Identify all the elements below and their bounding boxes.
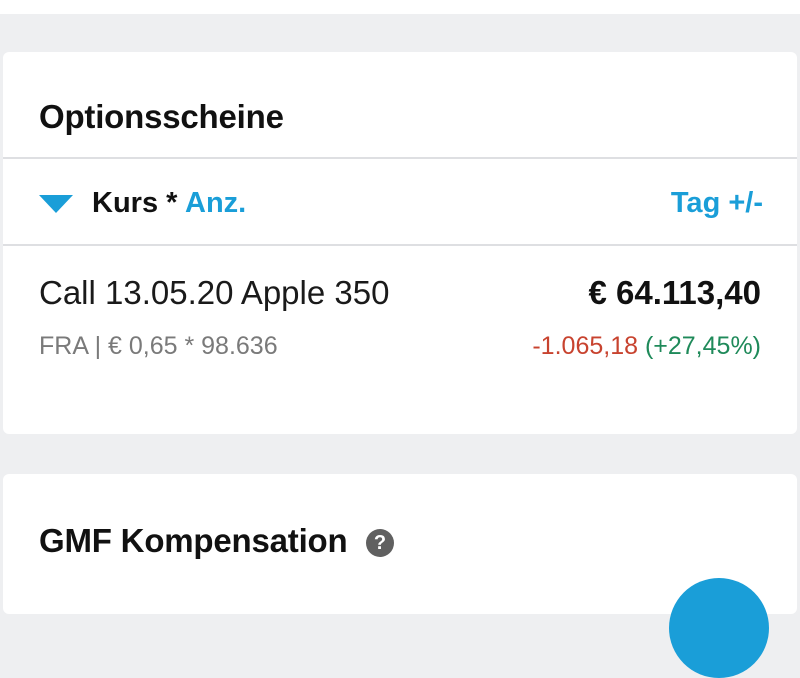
sort-option-anz[interactable]: Anz. (185, 187, 246, 220)
top-strip (0, 0, 800, 14)
sort-label-kurs[interactable]: Kurs * (92, 187, 177, 220)
position-name: Call 13.05.20 Apple 350 (39, 274, 390, 311)
section-title-optionsscheine: Optionsscheine (39, 98, 284, 135)
question-mark-icon[interactable]: ? (366, 529, 394, 557)
gmf-card: GMF Kompensation ? (3, 474, 797, 614)
change-absolute: -1.065,18 (532, 332, 638, 360)
change-percent: (+27,45%) (644, 332, 761, 360)
fab-button[interactable] (669, 578, 769, 678)
options-card: Optionsscheine Kurs * Anz. Tag +/- Call … (3, 52, 797, 434)
section-title-gmf: GMF Kompensation (39, 522, 348, 559)
sort-option-tag[interactable]: Tag +/- (671, 187, 763, 220)
position-row[interactable]: Call 13.05.20 Apple 350 € 64.113,40 FRA … (3, 246, 797, 396)
position-change: -1.065,18 (+27,45%) (532, 332, 761, 361)
position-value: € 64.113,40 (588, 274, 761, 311)
sort-header: Kurs * Anz. Tag +/- (3, 159, 797, 244)
triangle-down-icon[interactable] (39, 195, 73, 213)
position-meta: FRA | € 0,65 * 98.636 (39, 332, 278, 360)
